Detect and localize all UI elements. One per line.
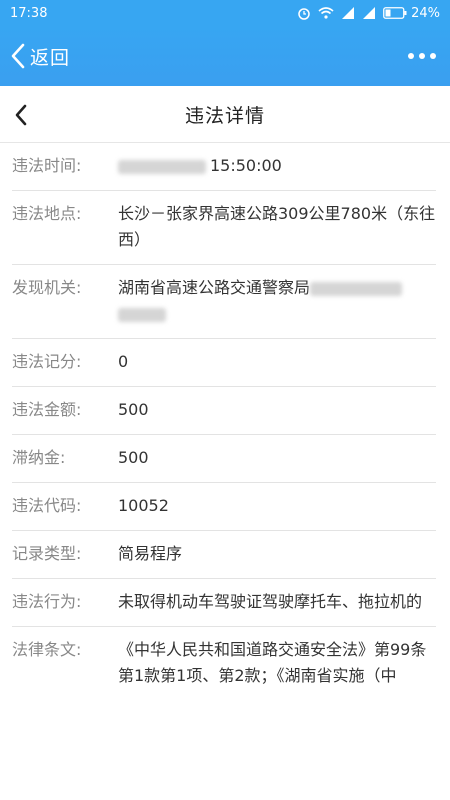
detail-label: 违法地点:	[12, 204, 82, 223]
back-arrow-icon[interactable]	[14, 104, 28, 126]
status-bar: 17:38 24%	[0, 0, 450, 26]
detail-row-late-fee: 滞纳金: 500	[12, 435, 436, 483]
signal-icon-2	[363, 7, 376, 19]
detail-row-amount: 违法金额: 500	[12, 387, 436, 435]
chevron-left-icon	[11, 43, 25, 69]
alarm-icon	[298, 8, 310, 20]
battery-level: 24%	[411, 5, 440, 21]
back-button[interactable]: 返回	[10, 42, 70, 70]
detail-row-record-type: 记录类型: 简易程序	[12, 531, 436, 579]
redacted-text	[310, 281, 403, 296]
more-button[interactable]	[404, 43, 440, 69]
detail-value: 简易程序	[118, 544, 183, 563]
detail-row-time: 违法时间: 15:50:00	[12, 143, 436, 191]
detail-value: 500	[118, 448, 149, 467]
battery-icon	[383, 7, 407, 19]
detail-value: 500	[118, 400, 149, 419]
detail-value: 10052	[118, 496, 169, 515]
redacted-date	[118, 159, 206, 174]
detail-row-code: 违法代码: 10052	[12, 483, 436, 531]
detail-label: 发现机关:	[12, 278, 82, 297]
detail-row-behavior: 违法行为: 未取得机动车驾驶证驾驶摩托车、拖拉机的	[12, 579, 436, 627]
detail-value: 0	[118, 352, 129, 371]
detail-row-location: 违法地点: 长沙－张家界高速公路309公里780米（东往西）	[12, 191, 436, 265]
detail-row-law: 法律条文: 《中华人民共和国道路交通安全法》第99条第1款第1项、第2款；《湖南…	[12, 627, 436, 700]
detail-label: 违法代码:	[12, 496, 82, 515]
detail-label: 违法时间:	[12, 156, 82, 175]
detail-label: 记录类型:	[12, 544, 82, 563]
status-time: 17:38	[10, 5, 48, 21]
detail-value: 未取得机动车驾驶证驾驶摩托车、拖拉机的	[118, 592, 423, 611]
signal-icon	[342, 7, 355, 19]
detail-value: 长沙－张家界高速公路309公里780米（东往西）	[118, 204, 436, 249]
redacted-text	[118, 307, 166, 322]
page-title: 违法详情	[184, 104, 265, 127]
app-bar: 返回	[0, 26, 450, 86]
detail-value: 15:50:00	[210, 156, 282, 175]
detail-label: 违法金额:	[12, 400, 82, 419]
detail-value: 《中华人民共和国道路交通安全法》第99条第1款第1项、第2款；《湖南省实施（中	[118, 640, 427, 685]
title-bar: 违法详情	[0, 86, 450, 143]
violation-details-list: 违法时间: 15:50:00 违法地点: 长沙－张家界高速公路309公里780米…	[12, 143, 436, 700]
more-dots-icon	[408, 53, 414, 59]
detail-label: 法律条文:	[12, 640, 82, 659]
wifi-icon	[318, 7, 334, 19]
detail-label: 滞纳金:	[12, 448, 66, 467]
detail-label: 违法记分:	[12, 352, 82, 371]
detail-row-points: 违法记分: 0	[12, 339, 436, 387]
detail-value: 湖南省高速公路交通警察局	[118, 278, 311, 297]
back-label: 返回	[30, 46, 71, 69]
detail-label: 违法行为:	[12, 592, 82, 611]
detail-row-authority: 发现机关: 湖南省高速公路交通警察局	[12, 265, 436, 339]
